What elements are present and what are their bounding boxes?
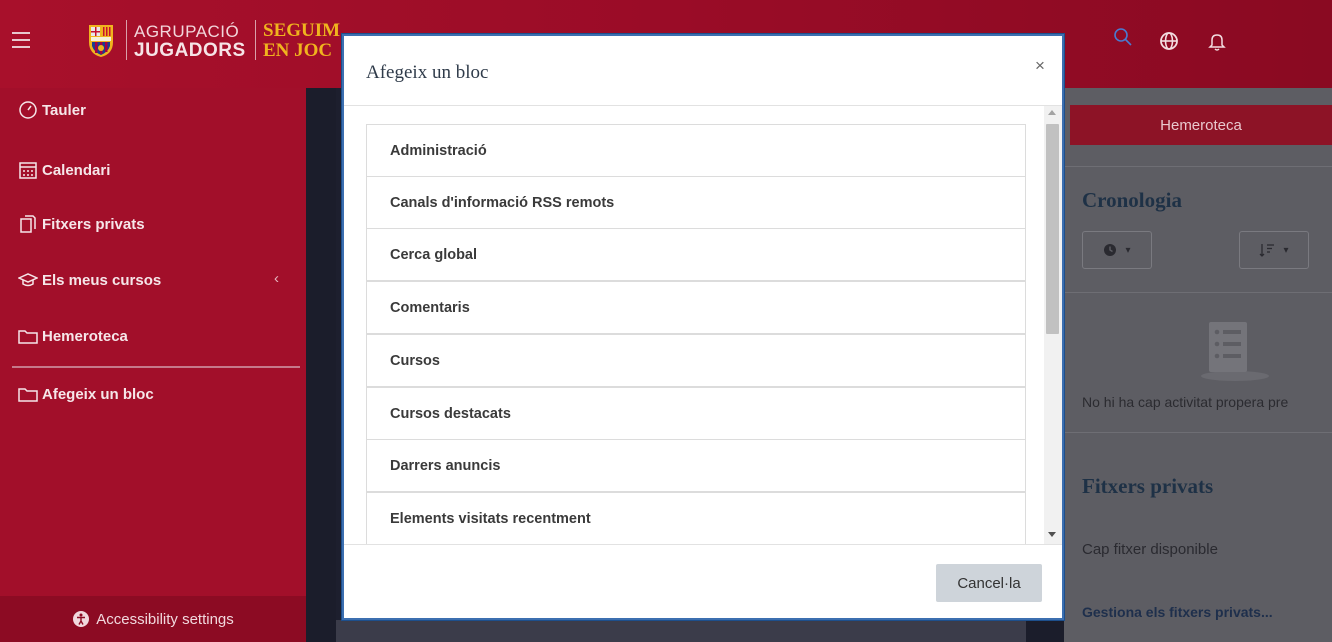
sidebar-item-label: Els meus cursos — [42, 271, 162, 289]
divider — [1064, 432, 1332, 433]
manage-private-files-link[interactable]: Gestiona els fitxers privats... — [1082, 604, 1273, 620]
backdrop-bottom-right — [1026, 620, 1064, 642]
divider — [1064, 292, 1332, 293]
backdrop-strip — [306, 88, 336, 642]
brand2-line2: EN JOC — [263, 40, 333, 61]
empty-timeline-text: No hi ha cap activitat propera pre — [1082, 394, 1289, 410]
files-icon — [20, 215, 36, 233]
brand-line2: JUGADORS — [134, 40, 246, 61]
backdrop-bottom — [336, 620, 1026, 642]
sidebar: Tauler Calendari Fitxers privats Els meu… — [0, 88, 306, 642]
brand-divider-2 — [255, 20, 256, 60]
sidebar-item-label: Calendari — [42, 161, 111, 179]
brand2-line1: SEGUIM — [263, 20, 341, 41]
timeline-sort-dropdown[interactable]: ▾ — [1239, 231, 1309, 269]
sidebar-item-tauler[interactable]: Tauler — [18, 98, 86, 122]
sidebar-item-label: Fitxers privats — [42, 215, 145, 233]
list-item[interactable]: Elements visitats recentment — [366, 492, 1026, 544]
folder-icon — [18, 388, 38, 402]
divider — [1064, 166, 1332, 167]
dashboard-icon — [19, 101, 37, 119]
block-list: Administració Canals d'informació RSS re… — [344, 106, 1044, 544]
cancel-button[interactable]: Cancel·la — [936, 564, 1042, 602]
list-item[interactable]: Comentaris — [366, 281, 1026, 334]
accessibility-icon — [73, 611, 90, 627]
chevron-left-icon[interactable]: ‹ — [274, 270, 279, 287]
chevron-down-icon: ▾ — [1125, 244, 1131, 256]
timeline-filter-dropdown[interactable]: ▾ — [1082, 231, 1152, 269]
add-block-modal: Afegeix un bloc × Administració Canals d… — [342, 34, 1064, 620]
calendar-icon — [19, 162, 37, 179]
empty-list-icon — [1201, 322, 1269, 381]
graduation-cap-icon — [18, 273, 38, 287]
sidebar-item-label: Hemeroteca — [42, 327, 128, 345]
folder-icon — [18, 330, 38, 344]
hemeroteca-button[interactable]: Hemeroteca — [1070, 105, 1332, 145]
clock-icon — [1104, 244, 1117, 256]
list-item[interactable]: Cursos — [366, 334, 1026, 387]
list-item[interactable]: Administració — [366, 124, 1026, 177]
scroll-up-arrow-icon[interactable] — [1048, 110, 1056, 115]
scroll-down-arrow-icon[interactable] — [1048, 532, 1056, 537]
list-item[interactable]: Cerca global — [366, 228, 1026, 281]
sidebar-item-els-meus-cursos[interactable]: Els meus cursos — [18, 268, 161, 292]
list-item[interactable]: Darrers anuncis — [366, 439, 1026, 492]
sidebar-item-fitxers-privats[interactable]: Fitxers privats — [18, 212, 145, 236]
sort-icon — [1260, 244, 1275, 257]
list-item[interactable]: Cursos destacats — [366, 387, 1026, 440]
sidebar-item-label: Afegeix un bloc — [42, 385, 154, 403]
close-icon[interactable]: × — [1030, 56, 1050, 76]
brand-divider — [126, 20, 127, 60]
right-block-region — [1064, 88, 1332, 642]
sidebar-divider — [12, 366, 300, 368]
brand-line1: AGRUPACIÓ — [134, 22, 240, 41]
sidebar-item-label: Tauler — [42, 101, 86, 119]
menu-icon[interactable] — [12, 32, 30, 48]
fcb-crest-icon[interactable] — [86, 22, 116, 58]
modal-footer-divider — [344, 544, 1062, 545]
list-item[interactable]: Canals d'informació RSS remots — [366, 176, 1026, 229]
fitxers-privats-title: Fitxers privats — [1082, 474, 1214, 498]
sidebar-item-afegeix-un-bloc[interactable]: Afegeix un bloc — [18, 382, 154, 406]
no-files-text: Cap fitxer disponible — [1082, 541, 1218, 558]
sidebar-item-calendari[interactable]: Calendari — [18, 158, 110, 182]
sidebar-item-hemeroteca[interactable]: Hemeroteca — [18, 324, 128, 348]
globe-icon[interactable] — [1158, 30, 1180, 52]
scrollbar-thumb[interactable] — [1046, 124, 1059, 334]
accessibility-label: Accessibility settings — [96, 610, 234, 628]
chevron-down-icon: ▾ — [1283, 244, 1289, 256]
search-icon[interactable] — [1112, 26, 1134, 48]
accessibility-settings-button[interactable]: Accessibility settings — [0, 596, 306, 642]
modal-title: Afegeix un bloc — [366, 62, 489, 83]
bell-icon[interactable] — [1206, 30, 1228, 52]
cronologia-title: Cronologia — [1082, 188, 1182, 212]
